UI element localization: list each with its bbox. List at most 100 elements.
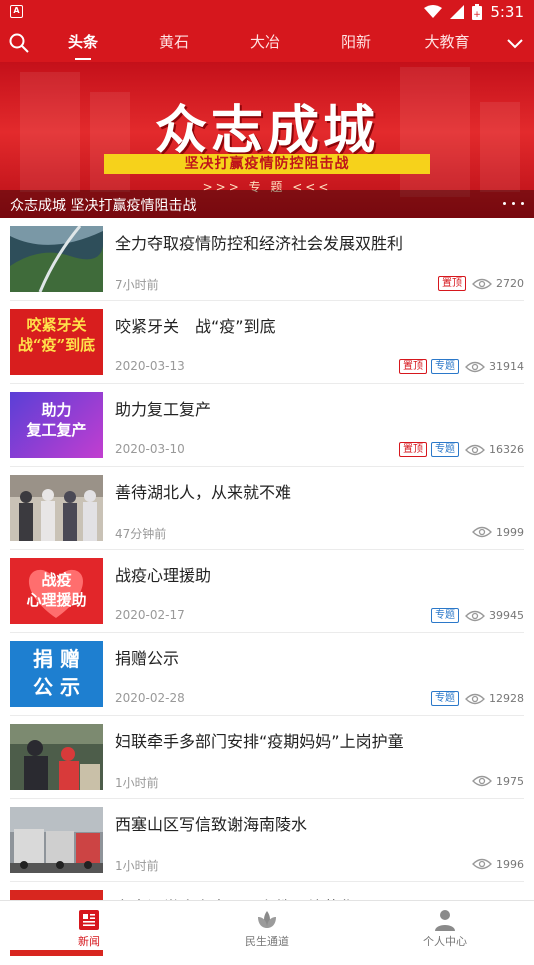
view-count: 16326 [489, 443, 524, 456]
article-time: 7小时前 [115, 278, 159, 292]
eye-icon [472, 775, 492, 787]
article-title: 全力夺取疫情防控和经济社会发展双胜利 [115, 234, 404, 253]
article-time: 47分钟前 [115, 527, 167, 541]
article-thumbnail: 捐 赠 公 示 [10, 641, 103, 707]
tab-news-label: 新闻 [78, 935, 100, 948]
article-title: 妇联牵手多部门安排“疫期妈妈”上岗护童 [115, 732, 404, 751]
tab-toutiao[interactable]: 头条 [48, 24, 118, 62]
list-item[interactable]: 助力 复工复产 助力复工复产 2020-03-10 置顶 专题 16326 [0, 384, 534, 467]
eye-icon [472, 858, 492, 870]
chevron-down-icon[interactable] [504, 32, 526, 54]
thumb-line: 捐 赠 [33, 647, 80, 671]
article-meta: 置顶 专题 16326 [399, 442, 524, 457]
thumb-line: 咬紧牙关 [26, 316, 87, 334]
featured-banner[interactable]: 众志成城 坚决打赢疫情防控阻击战 >>> 专 题 <<< 众志成城 坚决打赢疫情… [0, 62, 534, 218]
wifi-icon [424, 5, 443, 18]
pinned-badge: 置顶 [438, 276, 466, 291]
article-thumbnail: 助力 复工复产 [10, 392, 103, 458]
eye-icon [465, 610, 485, 621]
list-item[interactable]: 西塞山区写信致谢海南陵水 1小时前 1996 [0, 799, 534, 882]
tab-news[interactable]: 新闻 [0, 901, 178, 951]
view-count: 2720 [496, 277, 524, 290]
eye-icon [465, 444, 485, 455]
eye-icon [472, 278, 492, 289]
list-item[interactable]: 战疫 心理援助 战疫心理援助 2020-02-17 专题 39945 [0, 550, 534, 633]
topic-badge: 专题 [431, 608, 459, 623]
tab-livelihood-label: 民生通道 [245, 935, 289, 948]
view-count: 1999 [496, 525, 524, 539]
article-time: 1小时前 [115, 859, 159, 873]
article-thumbnail: 战疫 心理援助 [10, 558, 103, 624]
thumb-line: 心理援助 [26, 591, 87, 609]
view-count: 1996 [496, 857, 524, 871]
article-thumbnail [10, 724, 103, 790]
article-thumbnail: 咬紧牙关 战“疫”到底 [10, 309, 103, 375]
clock: 5:31 [490, 3, 524, 21]
topic-badge: 专题 [431, 691, 459, 706]
banner-caption-bar: 众志成城 坚决打赢疫情阻击战 [0, 190, 534, 218]
status-bar: A + 5:31 [0, 0, 534, 24]
list-item[interactable]: 咬紧牙关 战“疫”到底 咬紧牙关 战“疫”到底 2020-03-13 置顶 专题… [0, 301, 534, 384]
article-thumbnail [10, 226, 103, 292]
article-time: 1小时前 [115, 776, 159, 790]
tab-profile-label: 个人中心 [423, 935, 467, 948]
lotus-icon [258, 911, 276, 928]
article-thumbnail [10, 475, 103, 541]
thumb-line: 战“疫”到底 [17, 336, 96, 354]
article-meta: 置顶 专题 31914 [399, 359, 524, 374]
article-title: 助力复工复产 [115, 400, 212, 419]
article-time: 2020-03-10 [115, 442, 185, 456]
article-meta: 专题 39945 [431, 608, 524, 623]
status-icons: + 5:31 [424, 2, 524, 22]
article-thumbnail [10, 807, 103, 873]
list-item[interactable]: 妇联牵手多部门安排“疫期妈妈”上岗护童 1小时前 1975 [0, 716, 534, 799]
list-item[interactable]: 全力夺取疫情防控和经济社会发展双胜利 7小时前 置顶 2720 [0, 218, 534, 301]
article-meta: 1999 [470, 525, 524, 539]
news-icon [79, 910, 99, 930]
eye-icon [465, 361, 485, 372]
banner-caption: 众志成城 坚决打赢疫情阻击战 [10, 198, 197, 214]
search-icon[interactable] [8, 32, 30, 54]
tab-daye[interactable]: 大冶 [230, 24, 300, 62]
list-item[interactable]: 捐 赠 公 示 捐赠公示 2020-02-28 专题 12928 [0, 633, 534, 716]
pinned-badge: 置顶 [399, 359, 427, 374]
topic-badge: 专题 [431, 359, 459, 374]
thumb-line: 公 示 [33, 675, 80, 699]
thumb-line: 复工复产 [26, 421, 87, 439]
article-title: 战疫心理援助 [115, 566, 212, 585]
article-meta: 1996 [470, 857, 524, 871]
thumb-line: 战疫 [41, 571, 72, 589]
article-time: 2020-03-13 [115, 359, 185, 373]
eye-icon [465, 693, 485, 704]
list-item[interactable]: 善待湖北人，从来就不难 47分钟前 1999 [0, 467, 534, 550]
article-meta: 1975 [470, 774, 524, 788]
svg-text:+: + [474, 10, 482, 20]
bottom-tab-bar: 新闻 民生通道 个人中心 [0, 900, 534, 950]
signal-icon [450, 5, 465, 19]
article-title: 咬紧牙关 战“疫”到底 [115, 317, 276, 336]
banner-headline: 众志成城 [154, 100, 379, 161]
article-meta: 专题 12928 [431, 691, 524, 706]
article-title: 善待湖北人，从来就不难 [115, 483, 292, 502]
view-count: 39945 [489, 609, 524, 622]
tab-education[interactable]: 大教育 [412, 24, 482, 62]
user-icon [435, 910, 455, 931]
article-meta: 置顶 2720 [438, 276, 524, 291]
view-count: 12928 [489, 692, 524, 705]
article-title: 捐赠公示 [115, 649, 180, 668]
view-count: 31914 [489, 360, 524, 373]
carousel-dots [503, 202, 524, 205]
banner-subheadline: 坚决打赢疫情防控阻击战 [104, 154, 430, 174]
eye-icon [472, 526, 492, 538]
app-notification-icon: A [10, 5, 23, 18]
topic-badge: 专题 [431, 442, 459, 457]
tab-livelihood[interactable]: 民生通道 [178, 901, 356, 951]
tab-huangshi[interactable]: 黄石 [139, 24, 209, 62]
pinned-badge: 置顶 [399, 442, 427, 457]
top-nav: 头条 黄石 大冶 阳新 大教育 [0, 24, 534, 62]
tab-profile[interactable]: 个人中心 [356, 901, 534, 951]
article-time: 2020-02-28 [115, 691, 185, 705]
channel-tabs: 头条 黄石 大冶 阳新 大教育 [36, 24, 486, 62]
article-title: 西塞山区写信致谢海南陵水 [115, 815, 308, 834]
tab-yangxin[interactable]: 阳新 [321, 24, 391, 62]
